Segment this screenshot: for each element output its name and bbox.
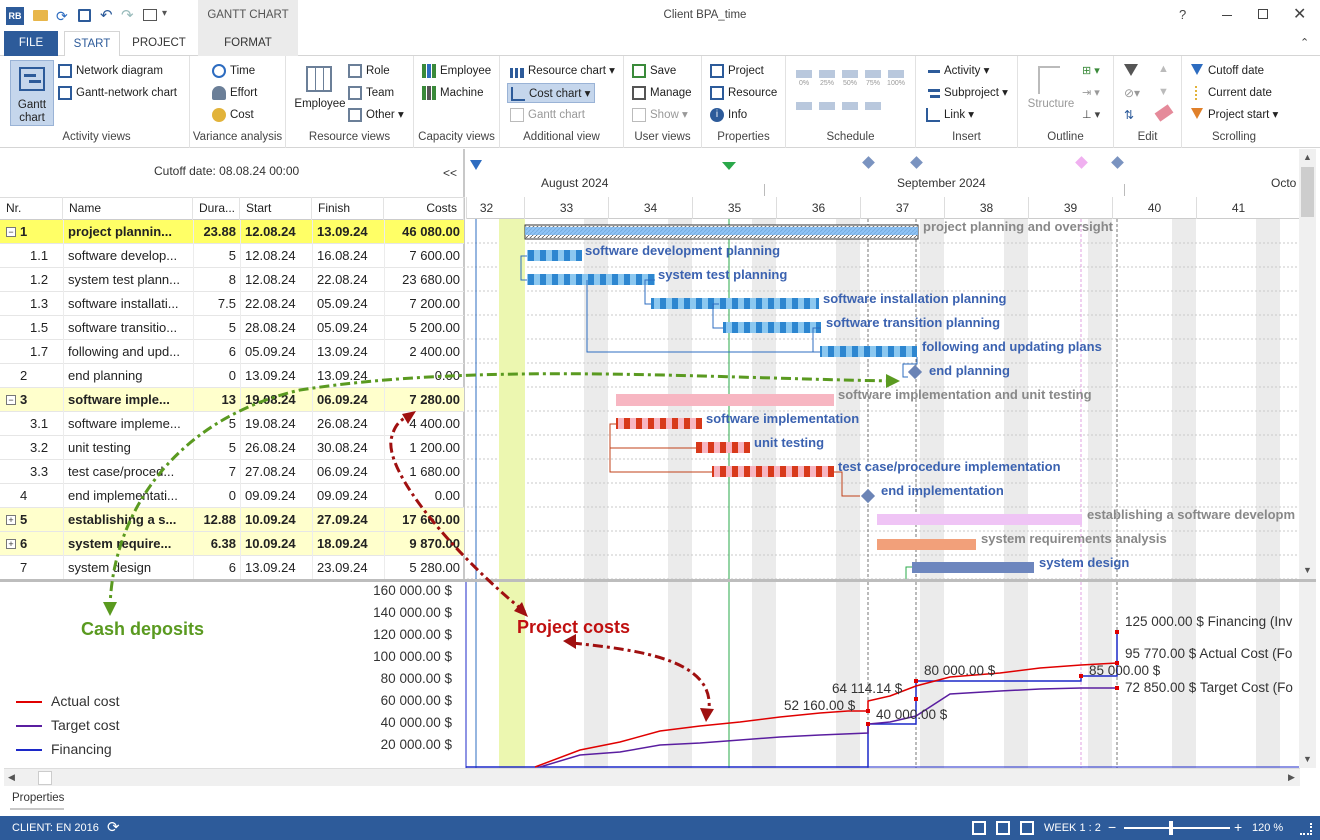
project-costs-arrow bbox=[389, 413, 526, 614]
zoom-out-button[interactable]: − bbox=[1108, 819, 1116, 835]
status-bar: CLIENT: EN 2016 ⟳ WEEK 1 : 2 − + 120 % bbox=[0, 816, 1320, 840]
zoom-slider-thumb[interactable] bbox=[1169, 821, 1173, 835]
properties-tab[interactable]: Properties bbox=[12, 792, 64, 804]
horizontal-scrollbar[interactable]: ◀ ▶ bbox=[4, 768, 1300, 786]
project-costs-arrow-2 bbox=[571, 641, 711, 716]
scroll-right-icon[interactable]: ▶ bbox=[1288, 772, 1295, 783]
zoom-in-button[interactable]: + bbox=[1234, 819, 1242, 835]
status-client: CLIENT: EN 2016 bbox=[12, 822, 99, 834]
chart-vertical-scrollbar[interactable]: ▼ bbox=[1299, 582, 1316, 768]
view-icon-3[interactable] bbox=[1020, 821, 1034, 835]
costs-arrowhead-up bbox=[402, 411, 416, 424]
costs-arrowhead-down bbox=[514, 602, 528, 617]
status-week: WEEK 1 : 2 bbox=[1044, 822, 1101, 834]
callout-cash-deposits: Cash deposits bbox=[81, 619, 205, 639]
view-icon-2[interactable] bbox=[996, 821, 1010, 835]
view-icon-1[interactable] bbox=[972, 821, 986, 835]
callout-project-costs: Project costs bbox=[517, 617, 631, 637]
chart-scroll-down-icon[interactable]: ▼ bbox=[1303, 754, 1312, 764]
callout-arrows bbox=[103, 372, 900, 722]
properties-tab-underline bbox=[10, 808, 64, 810]
cash-deposits-arrow bbox=[108, 372, 896, 613]
sync-icon[interactable]: ⟳ bbox=[107, 818, 120, 836]
costs-arrowhead-end bbox=[700, 708, 714, 722]
zoom-slider-track[interactable] bbox=[1124, 827, 1230, 829]
scroll-left-icon[interactable]: ◀ bbox=[8, 772, 15, 783]
status-zoom: 120 % bbox=[1252, 822, 1284, 834]
cash-arrowhead-down bbox=[103, 602, 117, 616]
resize-grip-icon[interactable] bbox=[1300, 823, 1312, 835]
cash-arrowhead-right bbox=[886, 374, 900, 388]
h-scroll-thumb[interactable] bbox=[38, 771, 52, 785]
